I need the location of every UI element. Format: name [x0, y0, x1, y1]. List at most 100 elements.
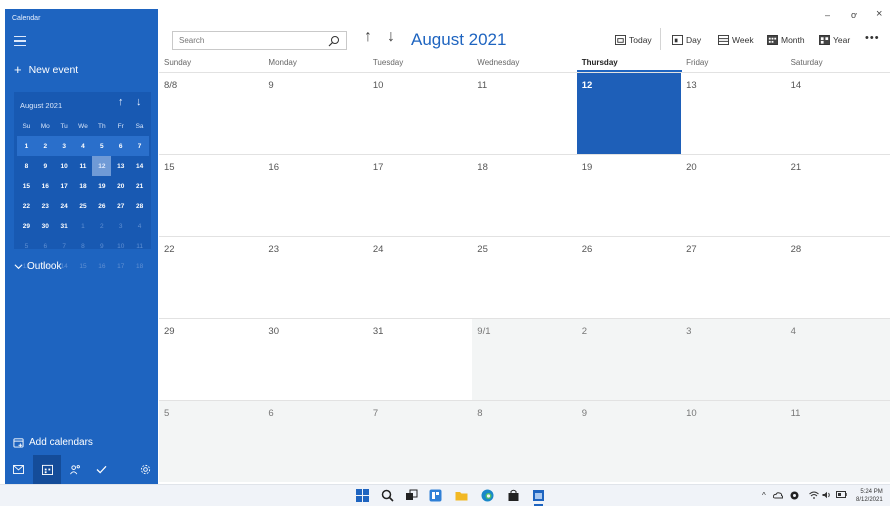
- settings-gear-icon[interactable]: [137, 461, 153, 477]
- day-cell[interactable]: 15: [159, 154, 264, 236]
- onedrive-cloud-icon[interactable]: [772, 491, 784, 501]
- mini-calendar-day[interactable]: 9: [36, 156, 55, 176]
- day-cell[interactable]: 20: [681, 154, 787, 236]
- mini-calendar-day[interactable]: 12: [92, 156, 112, 176]
- mini-calendar-day[interactable]: 11: [130, 236, 149, 256]
- day-cell[interactable]: 29: [159, 318, 264, 400]
- day-cell[interactable]: 30: [263, 318, 369, 400]
- restore-button[interactable]: ơ: [851, 10, 857, 20]
- mini-calendar-day[interactable]: 30: [36, 216, 55, 236]
- day-cell[interactable]: 25: [472, 236, 578, 318]
- mini-calendar-day[interactable]: 13: [111, 156, 130, 176]
- show-hidden-icons-chevron-icon[interactable]: ^: [762, 491, 766, 500]
- day-cell[interactable]: 23: [263, 236, 369, 318]
- day-cell[interactable]: 24: [367, 236, 473, 318]
- mini-calendar-day[interactable]: 3: [55, 136, 74, 156]
- today-button[interactable]: Today: [615, 35, 652, 45]
- mini-calendar-prev-arrow-icon[interactable]: ↑: [118, 97, 124, 108]
- day-cell[interactable]: 27: [681, 236, 787, 318]
- day-cell[interactable]: 9: [576, 400, 682, 482]
- selected-day-cell[interactable]: 12: [576, 72, 682, 154]
- battery-icon[interactable]: [836, 491, 847, 500]
- file-explorer-icon[interactable]: [455, 489, 468, 502]
- close-button[interactable]: ×: [876, 8, 882, 20]
- day-cell[interactable]: 13: [681, 72, 787, 154]
- day-cell[interactable]: 6: [263, 400, 369, 482]
- search-input[interactable]: [173, 36, 323, 45]
- month-view-button[interactable]: Month: [767, 35, 805, 45]
- mini-calendar-day[interactable]: 4: [130, 216, 149, 236]
- mini-calendar-header[interactable]: August 2021: [20, 101, 62, 110]
- day-cell[interactable]: 18: [472, 154, 578, 236]
- mini-calendar-day[interactable]: 16: [92, 256, 111, 276]
- mini-calendar-next-arrow-icon[interactable]: ↓: [136, 97, 142, 108]
- volume-icon[interactable]: [822, 491, 832, 501]
- taskbar-search-icon[interactable]: [381, 489, 394, 502]
- current-month-title[interactable]: August 2021: [411, 30, 506, 50]
- day-cell[interactable]: 2: [576, 318, 682, 400]
- mini-calendar-day[interactable]: 7: [130, 136, 149, 156]
- day-view-button[interactable]: Day: [672, 35, 701, 45]
- day-cell[interactable]: 22: [159, 236, 264, 318]
- day-cell[interactable]: 4: [785, 318, 890, 400]
- mini-calendar-day[interactable]: 2: [36, 136, 55, 156]
- mini-calendar-day[interactable]: 21: [130, 176, 149, 196]
- calendar-app-icon[interactable]: [532, 489, 545, 506]
- day-cell[interactable]: 7: [367, 400, 473, 482]
- next-month-arrow-icon[interactable]: ↓: [387, 29, 395, 45]
- mini-calendar-day[interactable]: 9: [92, 236, 111, 256]
- edge-browser-icon[interactable]: [481, 489, 494, 502]
- mini-calendar-day[interactable]: 4: [74, 136, 93, 156]
- mini-calendar-day[interactable]: 16: [36, 176, 55, 196]
- mini-calendar-day[interactable]: 8: [74, 236, 93, 256]
- mini-calendar-day[interactable]: 8: [17, 156, 36, 176]
- mini-calendar-day[interactable]: 10: [55, 156, 74, 176]
- mini-calendar-day[interactable]: 7: [55, 236, 74, 256]
- mini-calendar-day[interactable]: 1: [17, 136, 36, 156]
- mini-calendar-day[interactable]: 27: [111, 196, 130, 216]
- calendar-icon[interactable]: [33, 455, 61, 484]
- day-cell[interactable]: 31: [367, 318, 473, 400]
- mail-icon[interactable]: [10, 461, 26, 477]
- day-cell[interactable]: 10: [367, 72, 473, 154]
- mini-calendar-day[interactable]: 23: [36, 196, 55, 216]
- mini-calendar-day[interactable]: 5: [92, 136, 111, 156]
- mini-calendar-day[interactable]: 3: [111, 216, 130, 236]
- security-status-icon[interactable]: [790, 491, 799, 502]
- mini-calendar-day[interactable]: 17: [55, 176, 74, 196]
- day-cell[interactable]: 10: [681, 400, 787, 482]
- taskbar-clock[interactable]: 5:24 PM 8/12/2021: [856, 488, 883, 504]
- day-cell[interactable]: 11: [785, 400, 890, 482]
- mini-calendar-day[interactable]: 18: [130, 256, 149, 276]
- day-cell[interactable]: 17: [367, 154, 473, 236]
- people-icon[interactable]: [67, 461, 83, 477]
- mini-calendar-day[interactable]: 10: [111, 236, 130, 256]
- hamburger-menu-icon[interactable]: [14, 36, 26, 46]
- day-cell[interactable]: 19: [576, 154, 682, 236]
- mini-calendar-day[interactable]: 2: [92, 216, 111, 236]
- mini-calendar-day[interactable]: 22: [17, 196, 36, 216]
- day-cell[interactable]: 14: [785, 72, 890, 154]
- day-cell[interactable]: 3: [681, 318, 787, 400]
- mini-calendar-day[interactable]: 14: [130, 156, 149, 176]
- day-cell[interactable]: 16: [263, 154, 369, 236]
- mini-calendar-day[interactable]: 24: [55, 196, 74, 216]
- previous-month-arrow-icon[interactable]: ↑: [364, 29, 372, 45]
- mini-calendar-day[interactable]: 25: [74, 196, 93, 216]
- mini-calendar-day[interactable]: 17: [111, 256, 130, 276]
- windows-start-icon[interactable]: [356, 489, 369, 502]
- new-event-button[interactable]: + New event: [14, 63, 78, 76]
- mini-calendar-day[interactable]: 29: [17, 216, 36, 236]
- day-cell[interactable]: 11: [472, 72, 578, 154]
- mini-calendar-day[interactable]: 6: [111, 136, 130, 156]
- mini-calendar-day[interactable]: 20: [111, 176, 130, 196]
- day-cell[interactable]: 8: [472, 400, 578, 482]
- mini-calendar-day[interactable]: 15: [17, 176, 36, 196]
- mini-calendar-day[interactable]: 5: [17, 236, 36, 256]
- week-view-button[interactable]: Week: [718, 35, 754, 45]
- day-cell[interactable]: 8/8: [159, 72, 264, 154]
- store-icon[interactable]: [507, 489, 520, 502]
- more-options-icon[interactable]: •••: [865, 32, 880, 44]
- day-cell[interactable]: 5: [159, 400, 264, 482]
- mini-calendar-day[interactable]: 31: [55, 216, 74, 236]
